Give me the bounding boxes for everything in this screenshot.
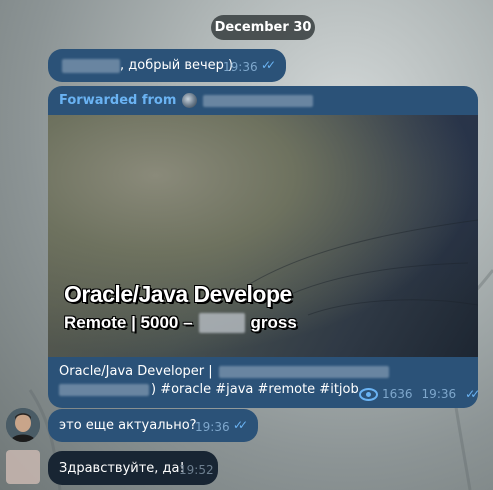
redacted-text <box>218 365 389 378</box>
date-separator: December 30 <box>211 15 315 40</box>
preview-subtitle-end: gross <box>250 313 297 332</box>
message-text: это еще актуально? <box>59 418 197 433</box>
forwarded-header[interactable]: Forwarded from <box>59 93 314 108</box>
message-text-line-2: ) #oracle #java #remote #itjob <box>59 382 359 397</box>
preview-title: Oracle/Java Develope <box>64 281 292 307</box>
date-separator-label: December 30 <box>214 20 312 35</box>
views-eye-icon <box>359 387 378 401</box>
message-time: 19:36 <box>421 387 457 401</box>
views-count: 1636 <box>382 387 413 401</box>
message-bubble[interactable]: , добрый вечер ) 19:36 ✓✓ <box>48 49 286 82</box>
hashtags-text: ) #oracle #java #remote #itjob <box>151 382 359 397</box>
message-text-line-1: Oracle/Java Developer | <box>59 364 389 379</box>
channel-avatar-icon <box>182 93 198 108</box>
message-bubble[interactable]: это еще актуально? 19:36 ✓✓ <box>48 409 258 442</box>
message-time: 19:36 <box>195 420 230 434</box>
user-avatar[interactable] <box>6 408 40 442</box>
message-bubble[interactable]: Здравствуйте, да! 19:52 <box>48 451 218 485</box>
avatar-photo <box>6 408 40 442</box>
read-checks-icon: ✓✓ <box>233 418 248 432</box>
redacted-text <box>59 383 149 396</box>
message-time: 19:36 <box>223 60 258 74</box>
redacted-text <box>62 59 120 73</box>
message-meta: 1636 19:36 ✓✓ <box>359 387 480 401</box>
forwarded-from-label: Forwarded from <box>59 93 177 108</box>
redacted-salary <box>198 313 245 333</box>
read-checks-icon: ✓✓ <box>261 58 276 72</box>
redacted-channel-name <box>203 94 314 107</box>
preview-subtitle-start: Remote | 5000 – <box>64 313 193 332</box>
contact-avatar[interactable] <box>6 450 40 484</box>
message-time: 19:52 <box>179 463 214 477</box>
job-title-text: Oracle/Java Developer | <box>59 364 213 379</box>
message-text: , добрый вечер ) <box>120 58 234 73</box>
read-checks-icon: ✓✓ <box>465 387 480 401</box>
preview-subtitle: Remote | 5000 – gross <box>64 313 297 333</box>
message-text: Здравствуйте, да! <box>59 461 185 476</box>
